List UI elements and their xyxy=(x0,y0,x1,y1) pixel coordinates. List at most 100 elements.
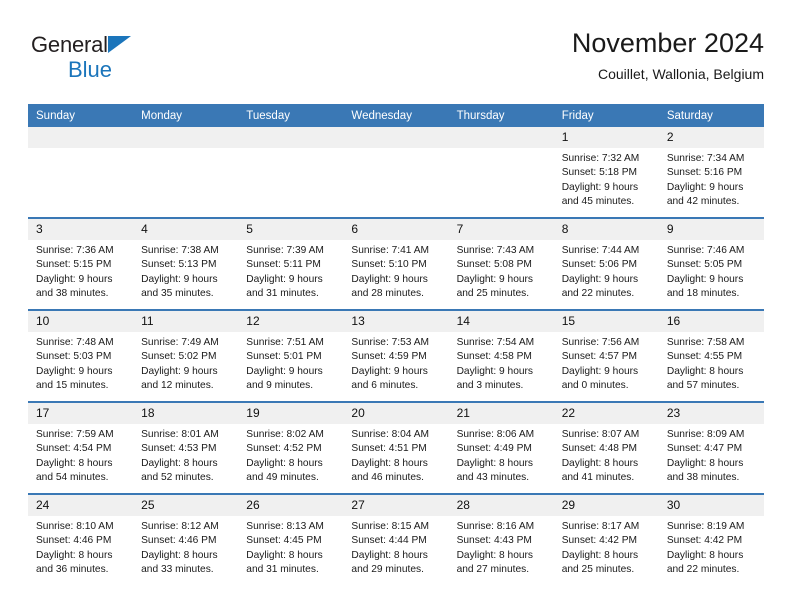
day-cell[interactable]: 8 Sunrise: 7:44 AM Sunset: 5:06 PM Daylight… xyxy=(553,217,659,310)
day-info: Sunrise: 8:01 AM Sunset: 4:53 PM Daylight:… xyxy=(133,424,238,485)
day-info: Sunrise: 7:51 AM Sunset: 5:01 PM Daylight:… xyxy=(238,332,343,393)
daylight-text-line2: and 18 minutes. xyxy=(666,287,740,299)
day-cell[interactable]: 2 Sunrise: 7:34 AM Sunset: 5:16 PM Daylight… xyxy=(658,127,764,218)
day-info: Sunrise: 7:58 AM Sunset: 4:55 PM Daylight:… xyxy=(659,332,764,393)
day-number xyxy=(28,127,134,148)
day-number: 6 xyxy=(343,219,449,240)
daylight-text-line2: and 28 minutes. xyxy=(351,287,424,299)
sunset-text: Sunset: 4:49 PM xyxy=(456,443,532,455)
daylight-text-line2: and 38 minutes. xyxy=(36,287,109,299)
brand-logo-top-row: General xyxy=(31,34,231,58)
sunrise-text: Sunrise: 8:15 AM xyxy=(351,521,430,532)
day-number: 21 xyxy=(448,403,554,424)
sunrise-text: Sunrise: 7:54 AM xyxy=(456,337,535,348)
day-cell[interactable]: 6 Sunrise: 7:41 AM Sunset: 5:10 PM Daylight… xyxy=(343,217,449,310)
day-cell[interactable]: 30 Sunrise: 8:19 AM Sunset: 4:42 PM Dayligh… xyxy=(658,493,764,585)
day-cell[interactable]: 9 Sunrise: 7:46 AM Sunset: 5:05 PM Daylight… xyxy=(658,217,764,310)
sunrise-text: Sunrise: 8:10 AM xyxy=(36,521,114,532)
day-cell[interactable]: 19 Sunrise: 8:02 AM Sunset: 4:52 PM Dayligh… xyxy=(238,401,344,494)
day-cell[interactable]: 12 Sunrise: 7:51 AM Sunset: 5:01 PM Dayligh… xyxy=(238,309,344,402)
day-cell[interactable]: 27 Sunrise: 8:15 AM Sunset: 4:44 PM Dayligh… xyxy=(343,493,449,585)
day-info: Sunrise: 8:13 AM Sunset: 4:45 PM Daylight:… xyxy=(238,516,343,577)
day-cell[interactable]: 1 Sunrise: 7:32 AM Sunset: 5:18 PM Daylight… xyxy=(553,127,659,218)
daylight-text-line2: and 36 minutes. xyxy=(36,563,109,575)
sunrise-text: Sunrise: 7:32 AM xyxy=(561,153,640,164)
day-cell[interactable]: 4 Sunrise: 7:38 AM Sunset: 5:13 PM Daylight… xyxy=(133,217,239,310)
sunrise-text: Sunrise: 8:17 AM xyxy=(561,521,640,532)
sunset-text: Sunset: 4:54 PM xyxy=(36,443,112,455)
day-number: 28 xyxy=(448,495,554,516)
day-cell[interactable]: 23 Sunrise: 8:09 AM Sunset: 4:47 PM Dayligh… xyxy=(658,401,764,494)
calendar-header-row: Sunday Monday Tuesday Wednesday Thursday Frid… xyxy=(28,104,764,127)
day-cell[interactable]: 18 Sunrise: 8:01 AM Sunset: 4:53 PM Dayligh… xyxy=(133,401,239,494)
day-cell[interactable]: 11 Sunrise: 7:49 AM Sunset: 5:02 PM Dayligh… xyxy=(133,309,239,402)
daylight-text-line1: Daylight: 8 hours xyxy=(246,457,323,469)
page-title: November 2024 xyxy=(571,28,764,58)
sunset-text: Sunset: 4:58 PM xyxy=(456,351,532,363)
day-cell[interactable]: 24 Sunrise: 8:10 AM Sunset: 4:46 PM Dayligh… xyxy=(28,493,134,585)
daylight-text-line1: Daylight: 8 hours xyxy=(561,549,639,561)
sunrise-text: Sunrise: 8:09 AM xyxy=(666,429,745,440)
daylight-text-line2: and 49 minutes. xyxy=(246,471,319,483)
day-cell[interactable]: 17 Sunrise: 7:59 AM Sunset: 4:54 PM Dayligh… xyxy=(28,401,134,494)
daylight-text-line1: Daylight: 9 hours xyxy=(246,365,323,377)
day-number: 8 xyxy=(553,219,659,240)
day-cell[interactable]: 14 Sunrise: 7:54 AM Sunset: 4:58 PM Dayligh… xyxy=(448,309,554,402)
day-number: 29 xyxy=(553,495,659,516)
day-cell[interactable]: 16 Sunrise: 7:58 AM Sunset: 4:55 PM Dayligh… xyxy=(658,309,764,402)
day-info: Sunrise: 8:15 AM Sunset: 4:44 PM Daylight:… xyxy=(343,516,448,577)
day-cell[interactable]: 5 Sunrise: 7:39 AM Sunset: 5:11 PM Daylight… xyxy=(238,217,344,310)
sunrise-text: Sunrise: 7:51 AM xyxy=(246,337,324,348)
sunset-text: Sunset: 4:44 PM xyxy=(351,535,427,547)
day-number: 19 xyxy=(238,403,344,424)
daylight-text-line1: Daylight: 8 hours xyxy=(456,549,534,561)
daylight-text-line1: Daylight: 9 hours xyxy=(561,365,639,377)
daylight-text-line1: Daylight: 9 hours xyxy=(246,273,323,285)
sunrise-text: Sunrise: 8:02 AM xyxy=(246,429,324,440)
day-cell[interactable]: 13 Sunrise: 7:53 AM Sunset: 4:59 PM Dayligh… xyxy=(343,309,449,402)
sunset-text: Sunset: 5:01 PM xyxy=(246,351,322,363)
day-number: 5 xyxy=(238,219,344,240)
sunset-text: Sunset: 4:45 PM xyxy=(246,535,322,547)
sunrise-text: Sunrise: 7:41 AM xyxy=(351,245,430,256)
sunset-text: Sunset: 5:13 PM xyxy=(141,259,217,271)
page-subtitle: Couillet, Wallonia, Belgium xyxy=(598,66,764,82)
day-number: 30 xyxy=(658,495,764,516)
sunset-text: Sunset: 4:42 PM xyxy=(666,535,743,547)
sunset-text: Sunset: 4:46 PM xyxy=(141,535,217,547)
sunset-text: Sunset: 4:52 PM xyxy=(246,443,322,455)
daylight-text-line1: Daylight: 9 hours xyxy=(561,181,639,193)
brand-logo[interactable]: General Blue xyxy=(31,34,231,90)
daylight-text-line2: and 29 minutes. xyxy=(351,563,424,575)
sunrise-text: Sunrise: 8:19 AM xyxy=(666,521,745,532)
calendar-grid: Sunday Monday Tuesday Wednesday Thursday Frid… xyxy=(28,104,764,585)
sunrise-text: Sunrise: 7:44 AM xyxy=(561,245,640,256)
day-cell[interactable]: 15 Sunrise: 7:56 AM Sunset: 4:57 PM Dayligh… xyxy=(553,309,659,402)
calendar-week-row: 24 Sunrise: 8:10 AM Sunset: 4:46 PM Dayligh… xyxy=(28,493,764,585)
daylight-text-line1: Daylight: 8 hours xyxy=(246,549,323,561)
day-number: 22 xyxy=(553,403,659,424)
day-info: Sunrise: 7:54 AM Sunset: 4:58 PM Daylight:… xyxy=(449,332,554,393)
daylight-text-line2: and 3 minutes. xyxy=(456,379,524,391)
day-cell[interactable]: 26 Sunrise: 8:13 AM Sunset: 4:45 PM Dayligh… xyxy=(238,493,344,585)
day-cell[interactable]: 29 Sunrise: 8:17 AM Sunset: 4:42 PM Dayligh… xyxy=(553,493,659,585)
day-cell[interactable]: 7 Sunrise: 7:43 AM Sunset: 5:08 PM Daylight… xyxy=(448,217,554,310)
sunset-text: Sunset: 5:08 PM xyxy=(456,259,532,271)
day-cell[interactable]: 10 Sunrise: 7:48 AM Sunset: 5:03 PM Dayligh… xyxy=(28,309,134,402)
weekday-header-sunday: Sunday xyxy=(28,104,134,127)
weekday-header-monday: Monday xyxy=(133,104,239,127)
day-cell[interactable]: 28 Sunrise: 8:16 AM Sunset: 4:43 PM Dayligh… xyxy=(448,493,554,585)
day-info: Sunrise: 7:36 AM Sunset: 5:15 PM Daylight:… xyxy=(28,240,133,301)
sunrise-text: Sunrise: 7:34 AM xyxy=(666,153,745,164)
sunrise-text: Sunrise: 7:56 AM xyxy=(561,337,640,348)
sunset-text: Sunset: 5:10 PM xyxy=(351,259,427,271)
day-number: 17 xyxy=(28,403,134,424)
day-cell[interactable]: 25 Sunrise: 8:12 AM Sunset: 4:46 PM Dayligh… xyxy=(133,493,239,585)
day-cell[interactable]: 3 Sunrise: 7:36 AM Sunset: 5:15 PM Daylight… xyxy=(28,217,134,310)
day-cell[interactable]: 22 Sunrise: 8:07 AM Sunset: 4:48 PM Dayligh… xyxy=(553,401,659,494)
sunrise-text: Sunrise: 7:39 AM xyxy=(246,245,324,256)
day-number: 23 xyxy=(658,403,764,424)
calendar-body: 1 Sunrise: 7:32 AM Sunset: 5:18 PM Daylight… xyxy=(28,127,764,585)
day-cell[interactable]: 21 Sunrise: 8:06 AM Sunset: 4:49 PM Dayligh… xyxy=(448,401,554,494)
day-cell[interactable]: 20 Sunrise: 8:04 AM Sunset: 4:51 PM Dayligh… xyxy=(343,401,449,494)
